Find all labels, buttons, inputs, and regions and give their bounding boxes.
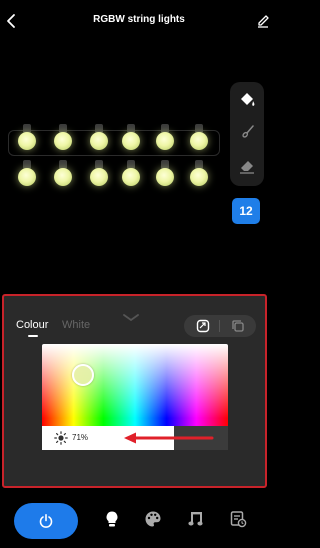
- schedule-icon[interactable]: [229, 510, 247, 528]
- app-screen: RGBW string lights 12 Colour White 71%: [0, 0, 278, 548]
- brush-icon[interactable]: [237, 122, 257, 142]
- tool-panel: [230, 82, 264, 186]
- annotation-arrow: [124, 432, 214, 444]
- bulb[interactable]: [156, 160, 174, 188]
- tab-white[interactable]: White: [62, 319, 90, 331]
- bulb[interactable]: [190, 160, 208, 188]
- bulb[interactable]: [90, 124, 108, 152]
- copy-icon[interactable]: [231, 319, 245, 333]
- palette-icon[interactable]: [144, 510, 162, 528]
- colour-selector-handle[interactable]: [72, 364, 94, 386]
- chevron-down-icon[interactable]: [121, 312, 141, 322]
- power-button[interactable]: [14, 503, 78, 539]
- colour-sheet: Colour White 71%: [2, 294, 267, 488]
- bottom-nav: [0, 494, 278, 548]
- mode-toggle: [184, 315, 256, 337]
- power-icon: [39, 513, 53, 528]
- segment-count-badge[interactable]: 12: [232, 198, 260, 224]
- music-icon[interactable]: [187, 510, 205, 528]
- page-title: RGBW string lights: [93, 14, 185, 25]
- bulb[interactable]: [122, 124, 140, 152]
- bulb[interactable]: [122, 160, 140, 188]
- bulb[interactable]: [54, 160, 72, 188]
- bulb[interactable]: [18, 124, 36, 152]
- bulb-row-top: [6, 124, 226, 164]
- eraser-icon[interactable]: [237, 156, 257, 176]
- sun-icon: [54, 431, 68, 445]
- bulb[interactable]: [18, 160, 36, 188]
- bulb[interactable]: [54, 124, 72, 152]
- bulb[interactable]: [90, 160, 108, 188]
- bulb-icon[interactable]: [103, 510, 121, 528]
- bulb[interactable]: [156, 124, 174, 152]
- top-bar: RGBW string lights: [0, 0, 278, 40]
- paint-bucket-icon[interactable]: [237, 90, 257, 110]
- bulb[interactable]: [190, 124, 208, 152]
- swap-square-icon[interactable]: [196, 319, 210, 333]
- brightness-value: 71%: [72, 433, 89, 442]
- bulb-row-bottom: [6, 160, 226, 200]
- tab-colour[interactable]: Colour: [16, 319, 48, 331]
- string-lights-preview: [0, 110, 230, 220]
- edit-icon[interactable]: [256, 12, 270, 28]
- toggle-divider: [219, 320, 220, 332]
- active-tab-indicator: [28, 335, 38, 337]
